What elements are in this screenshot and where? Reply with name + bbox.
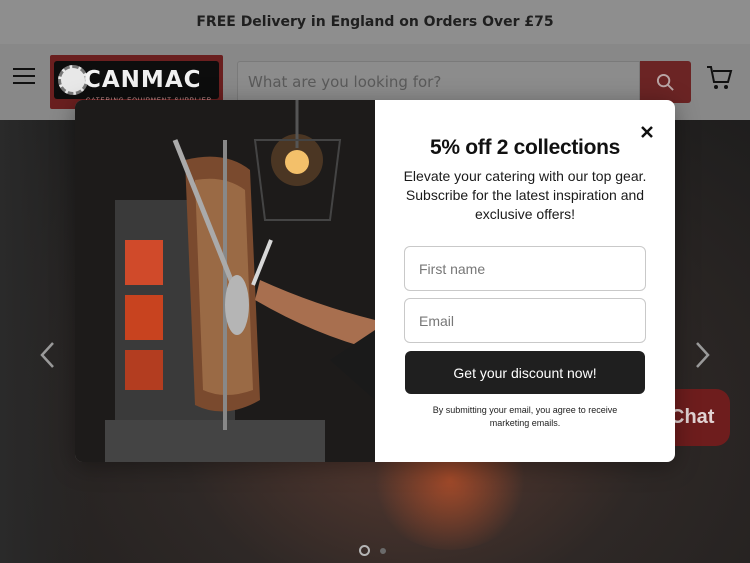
slide-prev-button[interactable] [38, 340, 58, 370]
discount-popup: 5% off 2 collections Elevate your cateri… [75, 100, 675, 462]
cart-button[interactable] [706, 65, 734, 91]
chevron-left-icon [40, 342, 54, 368]
chat-label: Chat [670, 406, 715, 428]
slide-dot-2[interactable] [380, 548, 386, 554]
get-discount-button[interactable]: Get your discount now! [405, 351, 645, 394]
popup-title: 5% off 2 collections [429, 136, 621, 159]
first-name-field[interactable] [404, 246, 646, 291]
announcement-bar: FREE Delivery in England on Orders Over … [0, 0, 750, 44]
search-icon [656, 73, 674, 91]
hamburger-icon[interactable] [13, 68, 35, 84]
popup-disclaimer: By submitting your email, you agree to r… [432, 405, 618, 428]
cart-icon [707, 66, 733, 89]
announcement-text: FREE Delivery in England on Orders Over … [196, 14, 554, 30]
popup-image [75, 100, 375, 462]
search-input[interactable] [237, 61, 640, 103]
slide-next-button[interactable] [692, 340, 712, 370]
chevron-right-icon [696, 342, 710, 368]
logo-wordmark: CANMAC [84, 67, 202, 93]
email-field[interactable] [404, 298, 646, 343]
popup-description: Elevate your catering with our top gear.… [403, 168, 647, 222]
popup-form-panel: 5% off 2 collections Elevate your cateri… [375, 100, 675, 462]
slide-indicators [359, 545, 386, 556]
slide-dot-1[interactable] [359, 545, 370, 556]
search-button[interactable] [640, 61, 691, 103]
